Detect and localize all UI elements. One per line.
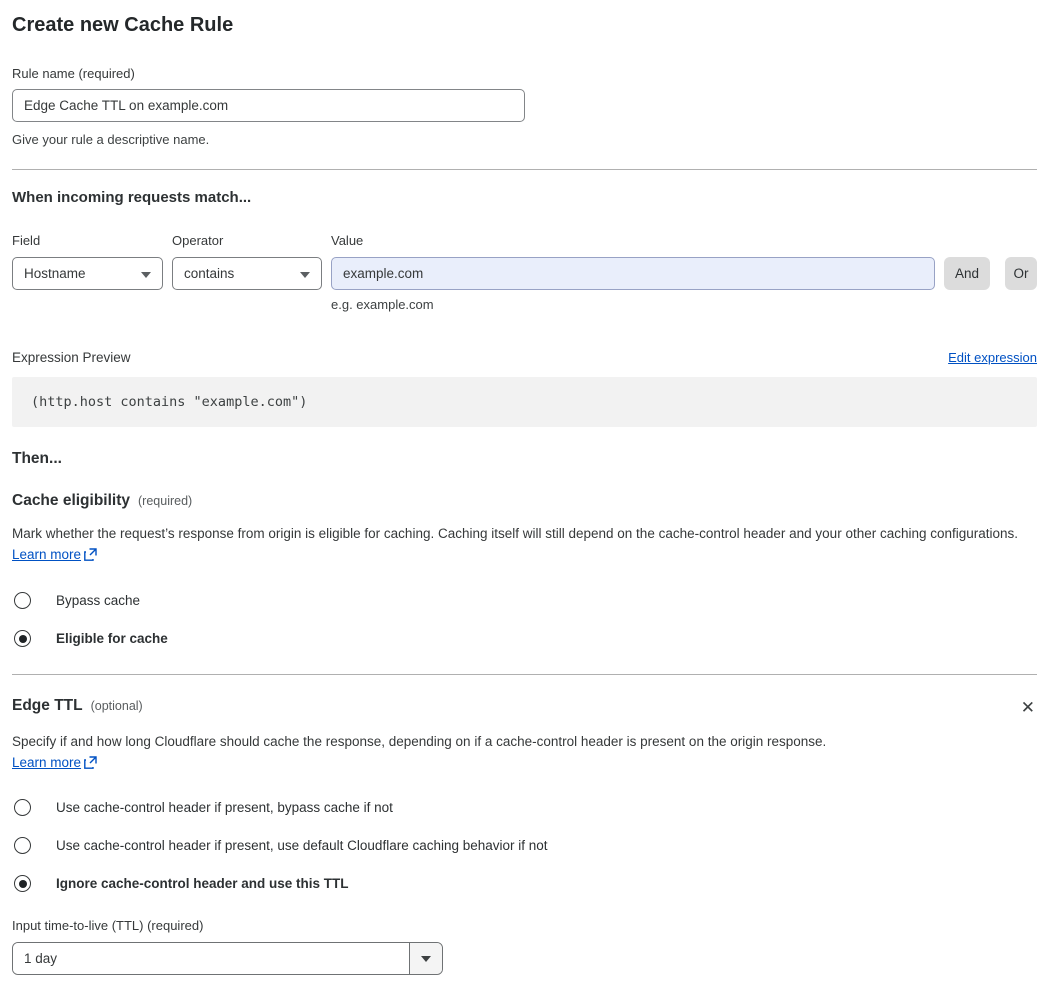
external-link-icon: [84, 546, 97, 567]
field-select-value: Hostname: [24, 266, 86, 281]
radio-label: Use cache-control header if present, use…: [56, 838, 548, 853]
rule-name-helper: Give your rule a descriptive name.: [12, 132, 210, 147]
radio-label: Ignore cache-control header and use this…: [56, 876, 349, 891]
radio-use-header-bypass[interactable]: Use cache-control header if present, byp…: [12, 799, 1037, 816]
chevron-down-icon: [300, 271, 310, 278]
radio-checked-icon: [14, 875, 31, 892]
then-heading: Then...: [12, 450, 62, 467]
external-link-icon: [84, 754, 97, 775]
expression-preview-label: Expression Preview: [12, 350, 131, 365]
radio-ignore-header-use-ttl[interactable]: Ignore cache-control header and use this…: [12, 875, 1037, 892]
cache-eligibility-description: Mark whether the request’s response from…: [12, 523, 1037, 567]
ttl-input[interactable]: [13, 943, 409, 974]
value-helper: e.g. example.com: [331, 297, 434, 312]
rule-name-input[interactable]: [12, 89, 525, 122]
operator-label: Operator: [172, 233, 224, 248]
match-section-heading: When incoming requests match...: [12, 189, 252, 206]
field-label: Field: [12, 233, 41, 248]
edge-ttl-title: Edge TTL: [12, 697, 83, 714]
section-divider: [12, 169, 1037, 170]
cache-eligibility-title: Cache eligibility: [12, 492, 131, 509]
radio-icon: [14, 592, 31, 609]
chevron-down-icon: [141, 271, 151, 278]
radio-label: Bypass cache: [56, 593, 141, 608]
value-label: Value: [331, 233, 364, 248]
cache-eligibility-qualifier: (required): [138, 494, 193, 508]
radio-eligible-for-cache[interactable]: Eligible for cache: [12, 630, 1037, 647]
ttl-label: Input time-to-live (TTL) (required): [12, 918, 204, 933]
cache-eligibility-description-text: Mark whether the request’s response from…: [12, 526, 1019, 541]
create-cache-rule-form: Create new Cache Rule Rule name (require…: [0, 0, 1058, 995]
radio-icon: [14, 799, 31, 816]
field-select[interactable]: Hostname: [12, 257, 163, 290]
ttl-combobox: [12, 942, 443, 975]
expression-preview-code: (http.host contains "example.com"): [12, 377, 1037, 427]
edge-ttl-description-text: Specify if and how long Cloudflare shoul…: [12, 734, 827, 749]
section-divider: [12, 674, 1037, 675]
radio-checked-icon: [14, 630, 31, 647]
radio-bypass-cache[interactable]: Bypass cache: [12, 592, 1037, 609]
edit-expression-link[interactable]: Edit expression: [948, 350, 1037, 365]
operator-select-value: contains: [184, 266, 235, 281]
match-condition-row: Field Operator Value Hostname contains A…: [12, 233, 1037, 312]
page-title: Create new Cache Rule: [12, 14, 234, 36]
chevron-down-icon: [421, 955, 431, 962]
or-button[interactable]: Or: [1005, 257, 1037, 290]
radio-icon: [14, 837, 31, 854]
edge-ttl-description: Specify if and how long Cloudflare shoul…: [12, 731, 844, 775]
operator-select[interactable]: contains: [172, 257, 322, 290]
radio-label: Use cache-control header if present, byp…: [56, 800, 393, 815]
radio-use-header-default[interactable]: Use cache-control header if present, use…: [12, 837, 1037, 854]
radio-label: Eligible for cache: [56, 631, 168, 646]
edge-ttl-learn-more-link[interactable]: Learn more: [12, 755, 81, 770]
and-button[interactable]: And: [944, 257, 990, 290]
ttl-dropdown-button[interactable]: [409, 943, 442, 974]
edge-ttl-qualifier: (optional): [90, 699, 143, 713]
close-icon[interactable]: ✕: [1019, 697, 1037, 718]
cache-eligibility-learn-more-link[interactable]: Learn more: [12, 547, 81, 562]
rule-name-label: Rule name (required): [12, 66, 135, 81]
value-input[interactable]: [331, 257, 935, 290]
